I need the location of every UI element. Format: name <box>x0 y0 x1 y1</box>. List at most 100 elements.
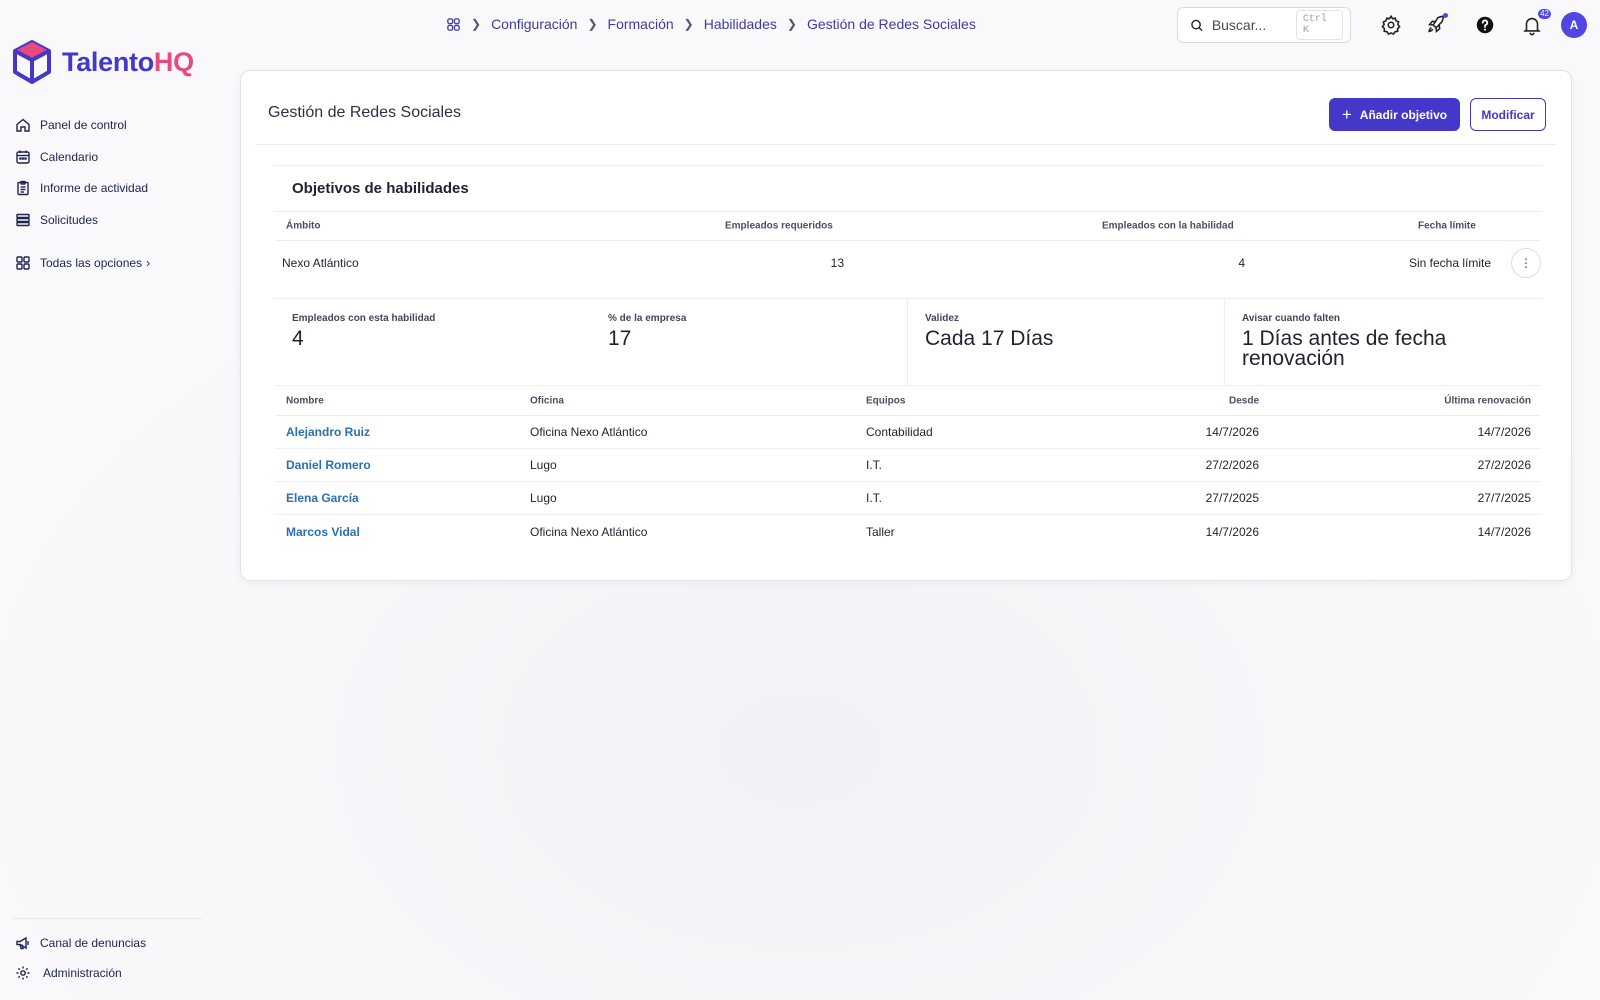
card-divider <box>255 144 1557 145</box>
objectives-table-header: Ámbito Empleados requeridos Empleados co… <box>275 211 1541 241</box>
grid-icon <box>15 255 31 271</box>
stat-validity: Validez Cada 17 Días <box>907 299 1224 385</box>
table-row: Marcos Vidal Oficina Nexo Atlántico Tall… <box>275 515 1541 548</box>
column-header-empleados-con-habilidad: Empleados con la habilidad <box>1102 220 1234 232</box>
list-icon <box>15 212 31 228</box>
sidebar-item-calendario[interactable]: Calendario <box>15 141 150 173</box>
sidebar-item-label: Solicitudes <box>40 213 99 228</box>
team-cell: Contabilidad <box>866 425 933 439</box>
avatar[interactable]: A <box>1561 12 1587 38</box>
stat-company-percent: % de la empresa 17 <box>591 299 907 385</box>
breadcrumb-formacion[interactable]: Formación <box>608 16 674 32</box>
sidebar-item-label: Administración <box>43 966 122 980</box>
breadcrumb-current: Gestión de Redes Sociales <box>806 16 976 32</box>
column-header-nombre: Nombre <box>286 395 324 406</box>
sidebar-item-todas-las-opciones[interactable]: Todas las opciones › <box>15 247 150 279</box>
sidebar-item-administracion[interactable]: Administración <box>15 958 146 988</box>
sidebar-item-informe-de-actividad[interactable]: Informe de actividad <box>15 173 150 205</box>
section-title: Objetivos de habilidades <box>292 180 469 197</box>
logo-text-part2: HQ <box>153 46 194 77</box>
column-header-ultima-renovacion: Última renovación <box>1444 395 1531 406</box>
employee-name-link[interactable]: Marcos Vidal <box>286 525 360 539</box>
home-icon <box>15 117 31 133</box>
add-objective-button[interactable]: + Añadir objetivo <box>1329 98 1460 131</box>
sidebar-item-label: Canal de denuncias <box>40 936 147 950</box>
employees-table-header: Nombre Oficina Equipos Desde Última reno… <box>275 385 1541 416</box>
sidebar-item-canal-de-denuncias[interactable]: Canal de denuncias <box>15 928 146 958</box>
deadline-cell: Sin fecha límite <box>1408 255 1491 270</box>
sidebar-item-label: Informe de actividad <box>40 181 149 196</box>
table-row: Elena García Lugo I.T. 27/7/2025 27/7/20… <box>275 482 1541 515</box>
search-input[interactable] <box>1211 17 1296 33</box>
logo[interactable]: TalentoHQ <box>12 40 194 84</box>
gear-icon <box>15 965 31 981</box>
renewal-cell: 27/7/2025 <box>1477 491 1531 505</box>
table-row: Nexo Atlántico 13 4 Sin fecha límite ⋮ <box>275 241 1541 284</box>
chevron-right-icon: ❯ <box>786 17 797 31</box>
apps-grid-icon[interactable] <box>446 17 461 32</box>
notifications-button[interactable]: 42 <box>1520 9 1551 37</box>
team-cell: Taller <box>866 524 895 539</box>
more-options-icon[interactable]: ⋮ <box>1511 247 1541 278</box>
search-box[interactable]: Ctrl K <box>1177 7 1351 43</box>
sidebar-item-label: Calendario <box>40 149 99 164</box>
team-cell: I.T. <box>866 458 883 472</box>
employee-name-link[interactable]: Alejandro Ruiz <box>286 425 370 439</box>
column-header-empleados-requeridos: Empleados requeridos <box>725 220 833 232</box>
logo-text-part1: Talento <box>62 46 154 77</box>
renewal-cell: 14/7/2026 <box>1477 524 1531 539</box>
team-cell: I.T. <box>866 491 883 505</box>
chevron-right-icon: ❯ <box>683 17 694 31</box>
search-icon <box>1191 19 1203 31</box>
with-skill-cell: 4 <box>1238 255 1245 270</box>
plus-icon: + <box>1341 105 1352 124</box>
sidebar-item-solicitudes[interactable]: Solicitudes <box>15 204 150 236</box>
table-row: Daniel Romero Lugo I.T. 27/2/2026 27/2/2… <box>275 449 1541 482</box>
rocket-indicator-dot <box>1443 13 1448 18</box>
scope-cell: Nexo Atlántico <box>282 255 359 270</box>
stat-employees-with-skill: Empleados con esta habilidad 4 <box>275 299 591 385</box>
report-icon <box>15 180 31 196</box>
sidebar-item-label: Todas las opciones <box>40 256 143 271</box>
sidebar-item-panel-de-control[interactable]: Panel de control <box>15 109 150 141</box>
chevron-right-icon: › <box>146 256 151 271</box>
notification-count-badge: 42 <box>1538 9 1551 19</box>
megaphone-icon <box>15 935 31 951</box>
rocket-button[interactable] <box>1424 13 1448 37</box>
column-header-oficina: Oficina <box>530 395 564 406</box>
gear-icon <box>1381 14 1401 36</box>
column-header-desde: Desde <box>1228 395 1259 406</box>
employee-name-link[interactable]: Elena García <box>286 491 359 505</box>
breadcrumb-configuracion[interactable]: Configuración <box>491 16 577 32</box>
stats-row: Empleados con esta habilidad 4 % de la e… <box>275 298 1541 385</box>
stat-label: % de la empresa <box>608 313 687 324</box>
stat-notify: Avisar cuando falten 1 Días antes de fec… <box>1224 299 1541 385</box>
column-header-fecha-limite: Fecha límite <box>1418 220 1476 232</box>
help-icon <box>1476 16 1494 34</box>
logo-cube-icon <box>13 40 51 84</box>
edit-button[interactable]: Modificar <box>1470 98 1546 131</box>
office-cell: Lugo <box>530 491 557 505</box>
stat-label: Empleados con esta habilidad <box>292 313 436 324</box>
since-cell: 27/7/2025 <box>1205 491 1259 505</box>
calendar-icon <box>15 149 31 165</box>
stat-label: Avisar cuando falten <box>1242 313 1340 324</box>
renewal-cell: 14/7/2026 <box>1477 425 1531 439</box>
since-cell: 14/7/2026 <box>1205 425 1259 439</box>
settings-button[interactable] <box>1379 13 1403 37</box>
objectives-section: Objetivos de habilidades Ámbito Empleado… <box>275 165 1541 548</box>
column-header-ambito: Ámbito <box>286 220 321 232</box>
breadcrumb-habilidades[interactable]: Habilidades <box>704 16 777 32</box>
logo-text: TalentoHQ <box>62 47 194 78</box>
chevron-right-icon: ❯ <box>587 17 598 31</box>
breadcrumb: ❯ Configuración ❯ Formación ❯ Habilidade… <box>446 14 976 34</box>
stat-value: 4 <box>292 327 304 350</box>
stat-label: Validez <box>925 313 959 324</box>
column-header-equipos: Equipos <box>866 395 906 406</box>
employee-name-link[interactable]: Daniel Romero <box>286 458 371 472</box>
renewal-cell: 27/2/2026 <box>1477 458 1531 472</box>
employees-table-body: Alejandro Ruiz Oficina Nexo Atlántico Co… <box>275 416 1541 548</box>
since-cell: 14/7/2026 <box>1205 524 1259 539</box>
sidebar-divider <box>12 918 202 919</box>
help-button[interactable] <box>1473 13 1497 37</box>
